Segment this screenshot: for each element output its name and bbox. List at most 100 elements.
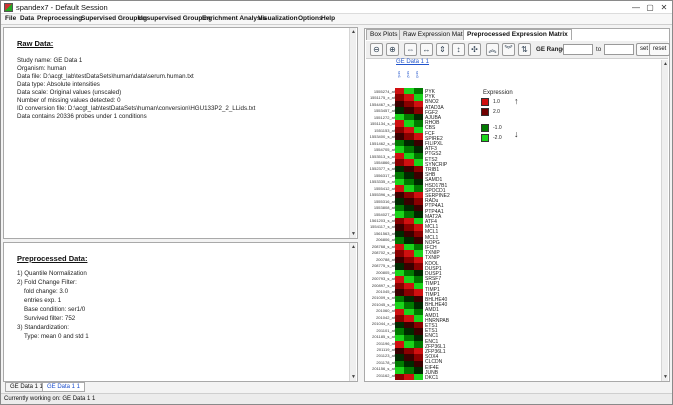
heatmap-cell[interactable] bbox=[413, 126, 423, 134]
heatmap-cell[interactable] bbox=[404, 354, 414, 361]
heatmap-cell[interactable] bbox=[395, 198, 405, 205]
maximize-button[interactable]: ▢ bbox=[643, 2, 657, 13]
heatmap-cell[interactable] bbox=[413, 354, 423, 361]
tab-preprocessed-expression-matrix[interactable]: Preprocessed Expression Matrix bbox=[463, 29, 572, 40]
heatmap-cell[interactable] bbox=[395, 289, 405, 296]
heatmap-cell[interactable] bbox=[404, 243, 414, 251]
probe-label: 206806_at bbox=[376, 237, 395, 243]
heatmap-cell[interactable] bbox=[413, 152, 423, 160]
heatmap-cell[interactable] bbox=[404, 172, 414, 179]
heatmap-cell[interactable] bbox=[404, 373, 414, 380]
heatmap-cell[interactable] bbox=[413, 334, 423, 342]
menu-help[interactable]: Help bbox=[321, 15, 335, 22]
heatmap-scrollbar[interactable]: ▲ ▼ bbox=[661, 60, 668, 381]
fit-height-icon[interactable]: ⇕ bbox=[436, 43, 449, 56]
heatmap-cell[interactable] bbox=[395, 107, 405, 114]
probe-label: 208775_s_at bbox=[371, 263, 395, 269]
heatmap-cell[interactable] bbox=[395, 334, 405, 342]
col-label: ser3 bbox=[415, 71, 419, 78]
dataset-tab[interactable]: GE Data 1 1 bbox=[42, 382, 86, 392]
menu-visualization[interactable]: Visualization bbox=[258, 15, 298, 22]
fit-width-icon[interactable]: ⇔ bbox=[404, 43, 417, 56]
reset-button[interactable]: reset bbox=[649, 43, 671, 56]
menu-data[interactable]: Data bbox=[20, 15, 34, 22]
tab-box-plots[interactable]: Box Plots bbox=[366, 29, 402, 40]
heatmap-cell[interactable] bbox=[413, 198, 423, 205]
heatmap-cell[interactable] bbox=[413, 308, 423, 316]
range-from-input[interactable] bbox=[563, 44, 593, 55]
scroll-up-icon[interactable]: ▲ bbox=[663, 61, 668, 67]
heatmap-cell[interactable] bbox=[413, 107, 423, 114]
heatmap-cell[interactable] bbox=[404, 152, 414, 160]
stretch-icon[interactable]: ✣ bbox=[468, 43, 481, 56]
pre-scrollbar[interactable]: ▲ ▼ bbox=[349, 243, 356, 381]
window-title: spandex7 - Default Session bbox=[16, 3, 108, 12]
heatmap-cell[interactable] bbox=[395, 373, 405, 380]
heatmap-toolbar: ⊖ ⊕ ⇔ ↔ ⇕ ↕ ✣ ︽ ︾ ⇅ GE Range: to set res… bbox=[366, 41, 671, 59]
heatmap-cell[interactable] bbox=[404, 334, 414, 342]
raw-line: Organism: human bbox=[17, 65, 67, 72]
heatmap-cell[interactable] bbox=[395, 308, 405, 316]
heatmap-cell[interactable] bbox=[413, 263, 423, 270]
range-to-input[interactable] bbox=[604, 44, 634, 55]
arrow-down-icon: ↓ bbox=[514, 129, 519, 139]
raw-scrollbar[interactable]: ▲ ▼ bbox=[349, 28, 356, 238]
heatmap-cell[interactable] bbox=[395, 152, 405, 160]
scroll-up-icon[interactable]: ▲ bbox=[351, 244, 356, 250]
menu-file[interactable]: File bbox=[5, 15, 16, 22]
pre-line: Base condition: ser1/0 bbox=[24, 306, 86, 313]
heatmap-cell[interactable] bbox=[413, 217, 423, 225]
close-button[interactable]: ✕ bbox=[657, 2, 671, 13]
heatmap-grid[interactable] bbox=[395, 88, 423, 380]
scroll-up-icon[interactable]: ▲ bbox=[351, 29, 356, 35]
heatmap-cell[interactable] bbox=[395, 126, 405, 134]
menu-preprocessing[interactable]: Preprocessing bbox=[37, 15, 82, 22]
heatmap-cell[interactable] bbox=[395, 263, 405, 270]
legend-label: -2.0 bbox=[493, 135, 502, 141]
collapse-down-icon[interactable]: ︾ bbox=[502, 43, 515, 56]
zoom-in-icon[interactable]: ⊕ bbox=[386, 43, 399, 56]
expand-width-icon[interactable]: ↔ bbox=[420, 43, 433, 56]
heatmap-cell[interactable] bbox=[395, 172, 405, 179]
heatmap-cell[interactable] bbox=[404, 289, 414, 296]
expand-height-icon[interactable]: ↕ bbox=[452, 43, 465, 56]
heatmap-dataset-label: GE Data 1 1 bbox=[396, 59, 430, 65]
probe-label: 208768_s_at bbox=[371, 243, 395, 249]
heatmap-cell[interactable] bbox=[395, 354, 405, 361]
probe-label: 201045_at bbox=[376, 288, 395, 294]
sort-icon[interactable]: ⇅ bbox=[518, 43, 531, 56]
scroll-down-icon[interactable]: ▼ bbox=[351, 231, 356, 237]
status-bar: Currently working on: GE Data 1 1 bbox=[1, 393, 672, 404]
col-label: ser1 bbox=[397, 71, 401, 78]
pre-line: Survived filter: 752 bbox=[24, 315, 76, 322]
scroll-down-icon[interactable]: ▼ bbox=[663, 374, 668, 380]
heatmap-cell[interactable] bbox=[404, 198, 414, 205]
pre-line: 3) Standardization: bbox=[17, 324, 69, 331]
legend-label: 2.0 bbox=[493, 109, 500, 115]
menu-options[interactable]: Options bbox=[298, 15, 323, 22]
preprocessed-title: Preprocessed Data: bbox=[17, 254, 88, 263]
heatmap-cell[interactable] bbox=[413, 289, 423, 296]
collapse-up-icon[interactable]: ︽ bbox=[486, 43, 499, 56]
probe-label: 200805_at bbox=[376, 269, 395, 275]
scroll-down-icon[interactable]: ▼ bbox=[351, 374, 356, 380]
heatmap-cell[interactable] bbox=[404, 217, 414, 225]
heatmap-cell[interactable] bbox=[404, 107, 414, 114]
probe-label: 1553513_s_at bbox=[369, 153, 395, 159]
heatmap-cell[interactable] bbox=[404, 308, 414, 316]
legend-swatch bbox=[481, 124, 489, 132]
probe-label: 201042_at bbox=[376, 314, 395, 320]
menu-enrichment-analysis[interactable]: Enrichment Analysis bbox=[202, 15, 266, 22]
zoom-out-icon[interactable]: ⊖ bbox=[370, 43, 383, 56]
menu-unsupervised-grouping[interactable]: Unsupervised Grouping bbox=[138, 15, 212, 22]
probe-label: 1561203_s_at bbox=[369, 218, 395, 223]
raw-line: Data scale: Original values (unscaled) bbox=[17, 89, 122, 96]
minimize-button[interactable]: — bbox=[629, 2, 643, 13]
heatmap-cell[interactable] bbox=[413, 243, 423, 251]
heatmap-cell[interactable] bbox=[395, 217, 405, 225]
heatmap-cell[interactable] bbox=[413, 172, 423, 179]
heatmap-cell[interactable] bbox=[395, 243, 405, 251]
heatmap-cell[interactable] bbox=[404, 126, 414, 134]
heatmap-cell[interactable] bbox=[413, 373, 423, 380]
heatmap-cell[interactable] bbox=[404, 263, 414, 270]
